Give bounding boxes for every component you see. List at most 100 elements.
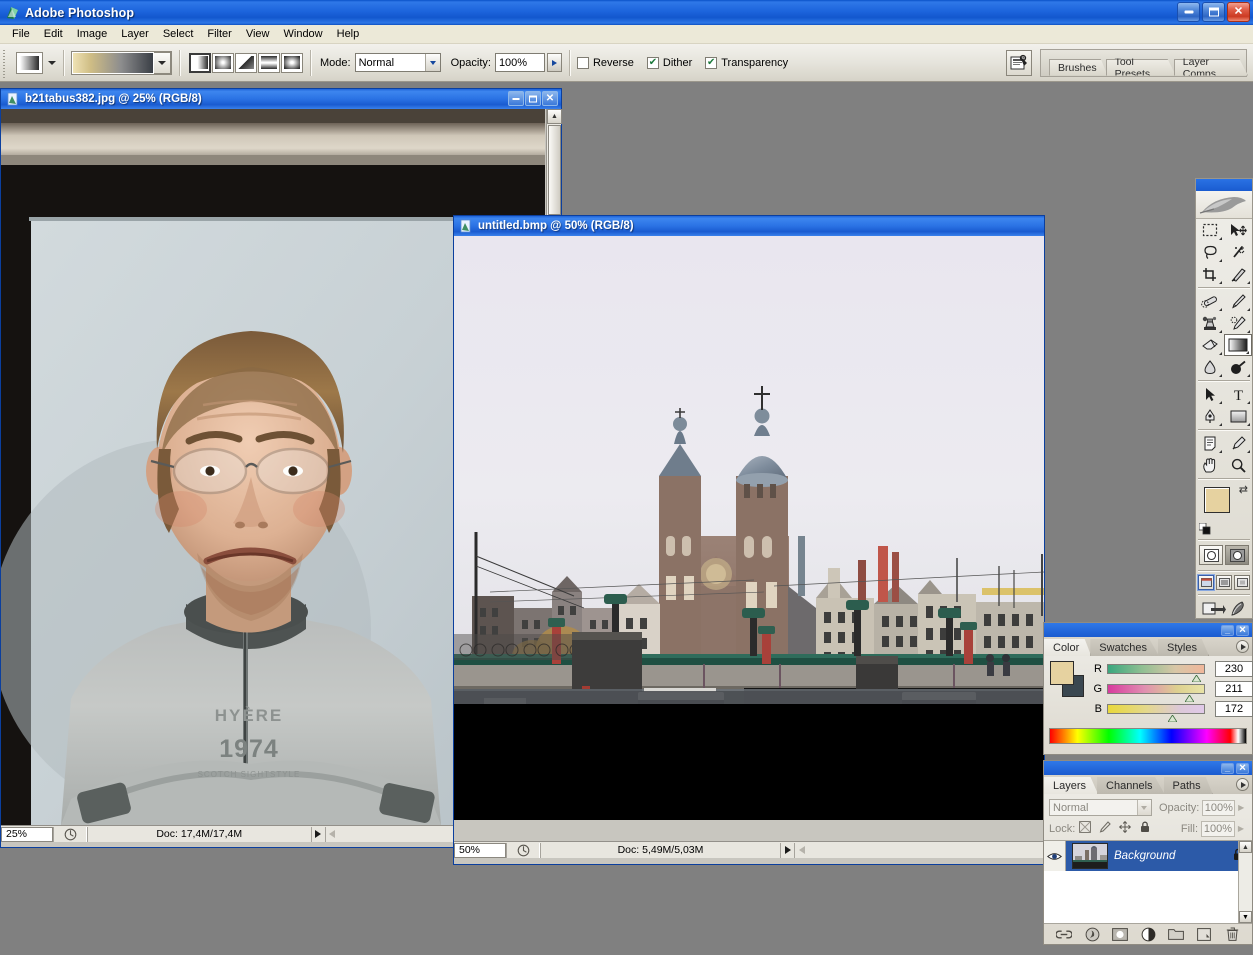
- blend-mode-select[interactable]: Normal: [354, 53, 441, 72]
- layer-opacity-value[interactable]: 100%: [1202, 799, 1236, 816]
- status-menu-arrow-icon[interactable]: [310, 826, 325, 842]
- layer-list-scrollbar[interactable]: ▲ ▼: [1238, 841, 1252, 923]
- delete-layer-icon[interactable]: [1224, 926, 1240, 942]
- options-bar-grip[interactable]: [2, 47, 9, 78]
- channel-slider-g[interactable]: [1107, 684, 1205, 703]
- opacity-stepper-button[interactable]: [546, 53, 562, 72]
- layer-mask-icon[interactable]: [1112, 926, 1128, 942]
- layer-scroll-up-button[interactable]: ▲: [1239, 841, 1252, 853]
- status-resize-arrow-icon[interactable]: [324, 826, 339, 842]
- status-menu-arrow-icon[interactable]: [780, 842, 794, 858]
- layer-blend-mode-chevron-down-icon[interactable]: [1136, 800, 1151, 815]
- diamond-gradient-button[interactable]: [281, 52, 303, 73]
- color-palette-minimize-button[interactable]: _: [1221, 624, 1234, 636]
- palette-well-tab-tool-presets[interactable]: Tool Presets: [1105, 58, 1176, 76]
- tab-color[interactable]: Color: [1044, 639, 1092, 656]
- channel-value-r[interactable]: 230: [1215, 661, 1253, 677]
- reflected-gradient-button[interactable]: [258, 52, 280, 73]
- tab-channels[interactable]: Channels: [1097, 777, 1165, 794]
- document-titlebar[interactable]: untitled.bmp @ 50% (RGB/8): [454, 216, 1044, 236]
- healing-brush-tool[interactable]: [1196, 290, 1224, 312]
- tool-preset-picker[interactable]: [16, 51, 43, 74]
- dither-checkbox[interactable]: [646, 56, 659, 69]
- color-palette-close-button[interactable]: ✕: [1236, 624, 1249, 636]
- clone-stamp-tool[interactable]: [1196, 312, 1224, 334]
- layers-palette-minimize-button[interactable]: _: [1221, 762, 1234, 774]
- transparency-checkbox[interactable]: [705, 56, 718, 69]
- type-tool[interactable]: T: [1224, 383, 1252, 405]
- scroll-up-button[interactable]: ▲: [547, 109, 562, 124]
- palette-well-tab-brushes[interactable]: Brushes: [1049, 58, 1108, 76]
- gradient-tool[interactable]: [1224, 334, 1252, 356]
- eraser-tool[interactable]: [1196, 334, 1224, 356]
- layers-palette-menu-icon[interactable]: [1236, 778, 1249, 791]
- gradient-preview-swatch[interactable]: [73, 52, 153, 73]
- menu-file[interactable]: File: [5, 26, 37, 42]
- reverse-checkbox[interactable]: [576, 56, 589, 69]
- color-spectrum-bar[interactable]: [1049, 728, 1247, 744]
- document-maximize-button[interactable]: [525, 91, 541, 106]
- color-palette-titlebar[interactable]: _ ✕: [1044, 623, 1252, 637]
- history-brush-tool[interactable]: [1224, 312, 1252, 334]
- adjustment-layer-icon[interactable]: [1140, 926, 1156, 942]
- document-canvas-cityscape[interactable]: [454, 236, 1044, 820]
- transparency-checkbox-row[interactable]: Transparency: [705, 56, 788, 69]
- tool-preset-chevron-down-icon[interactable]: [48, 60, 56, 65]
- layer-name-label[interactable]: Background: [1114, 850, 1175, 862]
- document-close-button[interactable]: ✕: [542, 91, 558, 106]
- jump-to-imageready-icon[interactable]: [1202, 600, 1226, 621]
- gradient-picker[interactable]: [71, 50, 172, 75]
- standard-mask-mode-button[interactable]: [1199, 545, 1223, 565]
- crop-tool[interactable]: [1196, 263, 1224, 285]
- channel-slider-r[interactable]: [1107, 664, 1205, 683]
- full-screen-mode-button[interactable]: [1234, 575, 1250, 590]
- zoom-level-field[interactable]: 50%: [454, 842, 506, 858]
- layer-style-icon[interactable]: [1084, 926, 1100, 942]
- lock-image-icon[interactable]: [1099, 821, 1112, 836]
- layer-fill-value[interactable]: 100%: [1201, 820, 1235, 837]
- document-profile-icon[interactable]: [53, 826, 87, 842]
- swap-colors-icon[interactable]: ⇄: [1239, 483, 1248, 496]
- minimize-button[interactable]: [1177, 2, 1200, 22]
- channel-slider-b[interactable]: [1107, 704, 1205, 723]
- lock-position-icon[interactable]: [1119, 821, 1132, 836]
- full-screen-with-menubar-button[interactable]: [1216, 575, 1232, 590]
- tab-swatches[interactable]: Swatches: [1090, 639, 1159, 656]
- menu-window[interactable]: Window: [277, 26, 330, 42]
- shape-tool[interactable]: [1224, 405, 1252, 427]
- angle-gradient-button[interactable]: [235, 52, 257, 73]
- channel-value-g[interactable]: 211: [1215, 681, 1253, 697]
- magic-wand-tool[interactable]: [1224, 241, 1252, 263]
- zoom-tool[interactable]: [1224, 454, 1252, 476]
- palette-foreground-color-swatch[interactable]: [1050, 661, 1074, 685]
- marquee-tool[interactable]: [1196, 219, 1224, 241]
- menu-view[interactable]: View: [239, 26, 277, 42]
- quick-mask-mode-button[interactable]: [1225, 545, 1249, 565]
- menu-edit[interactable]: Edit: [37, 26, 70, 42]
- blend-mode-chevron-down-icon[interactable]: [424, 54, 440, 71]
- lock-transparency-icon[interactable]: [1079, 821, 1092, 836]
- maximize-button[interactable]: [1202, 2, 1225, 22]
- palette-well-tab-layer-comps[interactable]: Layer Comps: [1173, 58, 1248, 76]
- menu-filter[interactable]: Filter: [200, 26, 238, 42]
- toolbox-titlebar[interactable]: [1196, 179, 1252, 191]
- brush-tool[interactable]: [1224, 290, 1252, 312]
- linear-gradient-button[interactable]: [189, 52, 211, 73]
- eyedropper-tool[interactable]: [1224, 432, 1252, 454]
- default-colors-icon[interactable]: [1198, 522, 1211, 535]
- zoom-level-field[interactable]: 25%: [1, 826, 53, 842]
- layers-palette-close-button[interactable]: ✕: [1236, 762, 1249, 774]
- tab-styles[interactable]: Styles: [1158, 639, 1209, 656]
- dither-checkbox-row[interactable]: Dither: [646, 56, 692, 69]
- new-group-icon[interactable]: [1168, 926, 1184, 942]
- layer-visibility-toggle[interactable]: [1044, 841, 1066, 871]
- gradient-picker-chevron-down-icon[interactable]: [154, 51, 171, 74]
- layer-thumbnail[interactable]: [1072, 843, 1108, 869]
- layer-fill-stepper-icon[interactable]: ▶: [1235, 821, 1247, 837]
- color-palette-menu-icon[interactable]: [1236, 640, 1249, 653]
- layer-opacity-stepper-icon[interactable]: ▶: [1235, 800, 1247, 816]
- opacity-input[interactable]: 100%: [494, 53, 545, 72]
- document-window-untitled-bmp[interactable]: untitled.bmp @ 50% (RGB/8) 50% Doc: 5,49…: [453, 215, 1045, 865]
- menu-image[interactable]: Image: [70, 26, 115, 42]
- document-profile-icon[interactable]: [506, 842, 540, 858]
